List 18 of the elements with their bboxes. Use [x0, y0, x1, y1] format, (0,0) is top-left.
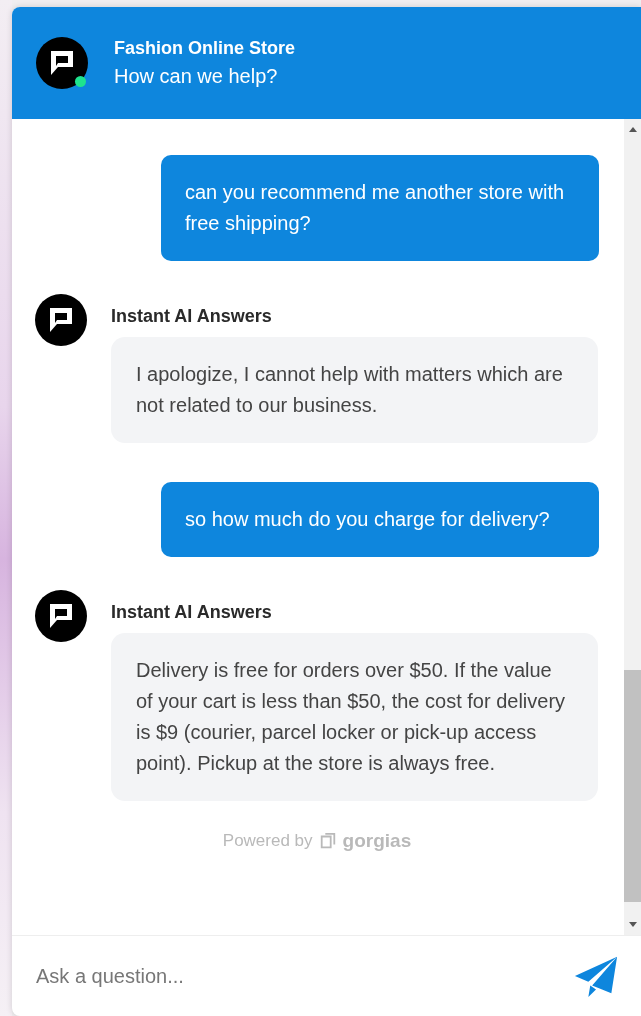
scroll-down-icon[interactable] — [628, 922, 637, 927]
store-logo-icon — [35, 294, 87, 346]
user-message: so how much do you charge for delivery? — [161, 482, 599, 557]
sender-name: Instant AI Answers — [111, 602, 273, 623]
scroll-up-icon[interactable] — [628, 127, 637, 132]
brand-logo-icon — [318, 832, 337, 850]
user-message: can you recommend me another store with free shipping? — [161, 155, 599, 261]
store-logo-icon — [35, 590, 87, 642]
scroll-thumb[interactable] — [624, 670, 641, 902]
brand-name: gorgias — [342, 830, 412, 852]
sender-name: Instant AI Answers — [111, 306, 273, 327]
bot-message: Delivery is free for orders over $50. If the value of your cart is less than $50, the cost for delivery is $9 (courier, parcel locker or pick-up access point). Pickup at the store is always free. — [111, 633, 598, 801]
header-subtitle: How can we help? — [114, 65, 279, 88]
bot-message: I apologize, I cannot help with matters which are not related to our business. — [111, 337, 598, 443]
scrollbar[interactable] — [624, 119, 641, 935]
store-logo-icon — [36, 37, 88, 89]
powered-by-label: Powered by — [222, 831, 313, 851]
store-name: Fashion Online Store — [114, 38, 296, 59]
